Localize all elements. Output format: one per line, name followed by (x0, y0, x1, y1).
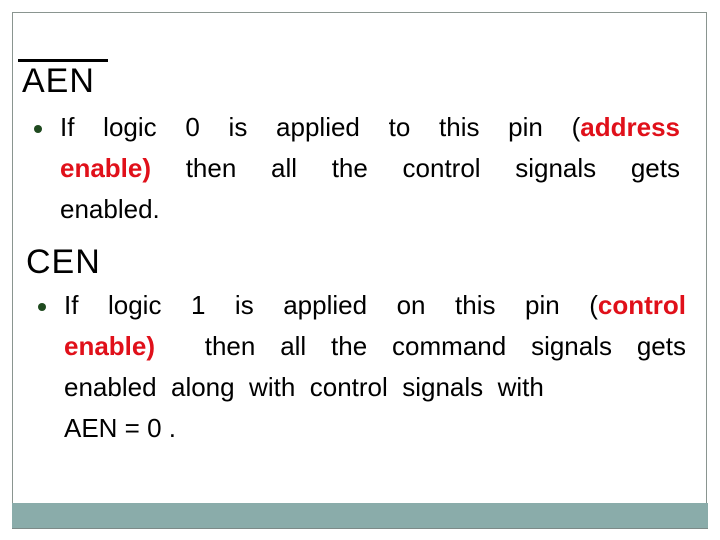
text-span: then all the control signals gets (151, 153, 680, 183)
bullet-line: enable) then all the control signals get… (60, 148, 680, 189)
text-span: If logic 0 is applied to this pin ( (60, 112, 581, 142)
bullet-line: If logic 0 is applied to this pin (addre… (60, 107, 680, 148)
cen-bullet-text: If logic 1 is applied on this pin (contr… (64, 285, 686, 449)
slide-frame (12, 12, 707, 528)
bullet-line: AEN = 0 . (64, 408, 686, 449)
bullet-icon (38, 303, 46, 311)
text-span: enabled along with control signals with (64, 372, 544, 402)
aen-heading: AEN (22, 62, 95, 100)
footer-bar (12, 503, 708, 529)
cen-heading: CEN (26, 243, 101, 281)
highlight-address: address (580, 112, 680, 142)
aen-bullet-text: If logic 0 is applied to this pin (addre… (60, 107, 680, 230)
bullet-icon (34, 125, 42, 133)
text-span: If logic 1 is applied on this pin ( (64, 290, 598, 320)
highlight-control: control (597, 290, 686, 320)
text-span: AEN = 0 . (64, 413, 176, 443)
highlight-enable: enable) (64, 331, 156, 361)
highlight-enable: enable) (60, 153, 152, 183)
bullet-line: enabled along with control signals with (64, 367, 686, 408)
bullet-line: enable) then all the command signals get… (64, 326, 686, 367)
text-span: enabled. (60, 194, 160, 224)
bullet-line: enabled. (60, 189, 680, 230)
bullet-line: If logic 1 is applied on this pin (contr… (64, 285, 686, 326)
text-span: then all the command signals gets (155, 331, 686, 361)
